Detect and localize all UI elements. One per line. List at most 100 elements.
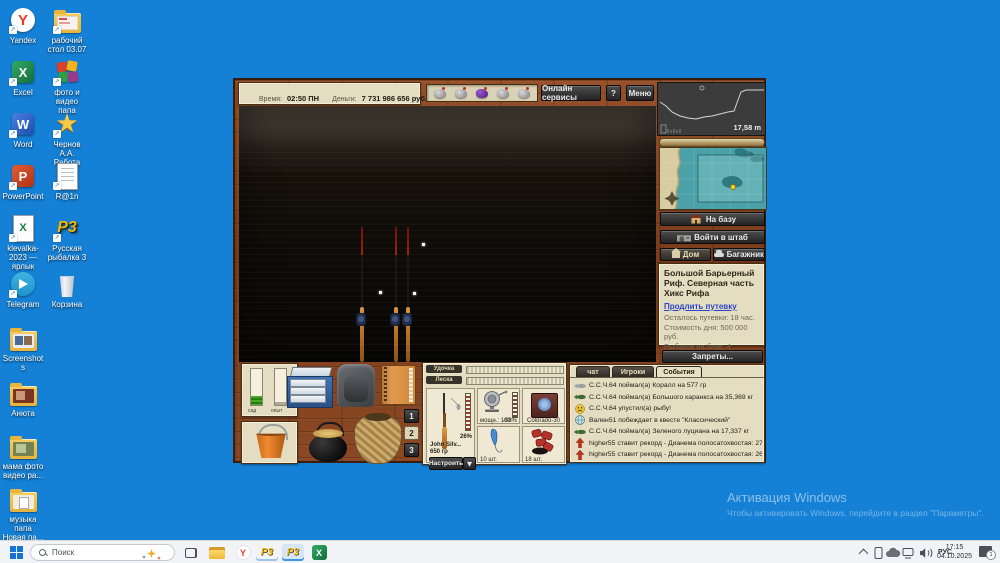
record-arrow-icon (573, 450, 586, 460)
bait-bucket-panel[interactable] (241, 421, 298, 464)
folder-icon (8, 324, 38, 352)
rod-test: 650 гр (430, 449, 448, 455)
configure-button[interactable]: Настроить (429, 457, 463, 470)
to-base-label: На базу (706, 215, 736, 224)
task-view-button[interactable] (180, 544, 202, 561)
desktop-icon-recycle-bin[interactable]: Корзина (46, 270, 88, 309)
search-placeholder: Поиск (52, 548, 74, 557)
fishing-rod-2[interactable] (392, 227, 400, 362)
online-services-button[interactable]: Онлайн сервисы (541, 85, 601, 101)
taskbar-yandex-button[interactable]: Y (232, 544, 254, 561)
bar2-label: опыт (271, 408, 282, 414)
rod-slot-2-active[interactable]: 2 (404, 426, 419, 440)
desktop-icon-anyuta[interactable]: Анюта (2, 379, 44, 418)
desktop-icon-label: Анюта (2, 409, 44, 418)
bans-button[interactable]: Запреты... (662, 350, 763, 363)
desktop-icon-chernov-rabota[interactable]: ★ Чернов А.А. Работа (46, 110, 88, 168)
taskbar-rf3-button[interactable]: Р3 (256, 544, 278, 561)
bite-marker (422, 243, 425, 246)
tab-chat[interactable]: чат (576, 366, 610, 377)
bait-cell[interactable]: 18 шт. (522, 426, 565, 463)
enter-hq-button[interactable]: Войти в штаб (660, 230, 765, 244)
tab-players[interactable]: Игроки (612, 366, 654, 377)
fishing-rod-3[interactable] (404, 227, 412, 362)
tray-icons[interactable] (874, 546, 936, 560)
desktop-icon-screenshots[interactable]: Screenshots (2, 324, 44, 372)
start-button[interactable] (10, 546, 23, 559)
to-base-button[interactable]: На базу (660, 212, 765, 226)
location-map[interactable] (659, 147, 767, 210)
notification-center-button[interactable]: 1 (979, 546, 992, 557)
desktop-icon-label: Excel (2, 88, 44, 97)
rod-cell[interactable]: 26% John Silv... 650 гр Настроить ▼ (426, 388, 475, 463)
desktop-icon-russkaya-rybalka[interactable]: Р3 Русская рыбалка 3 (46, 214, 88, 262)
help-button[interactable]: ? (606, 85, 621, 101)
desktop-icon-excel[interactable]: X Excel (2, 58, 44, 97)
sparkle-icon (157, 556, 161, 560)
desktop-icon-muzyka-papa[interactable]: музыка папа Новая па... (2, 485, 44, 543)
mouse-icon[interactable] (497, 89, 509, 98)
star-icon: ★ (52, 110, 82, 138)
line-durability-bar (466, 377, 564, 385)
copilot-sparkle-icon (147, 549, 156, 558)
file-explorer-button[interactable] (206, 544, 228, 561)
bucket-icon (255, 431, 287, 458)
chat-message: higher55 ставит рекорд - Дианема полосат… (573, 449, 762, 460)
line-cell[interactable]: Colorado-30 (522, 388, 565, 424)
mouse-icon-purple[interactable] (476, 89, 488, 98)
recycle-bin-icon (52, 270, 82, 298)
desktop-icon-telegram[interactable]: Telegram (2, 270, 44, 309)
mouse-icon[interactable] (518, 89, 530, 98)
chat-message: Вален51 побеждает в квесте "Классический… (573, 415, 762, 426)
time-value: 02:50 ПН (287, 94, 319, 103)
taskbar: Поиск Y Р3 Р3 X РУС 17:15 04.10.2025 1 (0, 540, 1000, 563)
clock[interactable]: 17:15 04.10.2025 (937, 544, 972, 562)
search-icon (39, 549, 47, 557)
reel-cell[interactable]: мощн.: 100 -98% (477, 388, 520, 424)
tab-trunk[interactable]: Багажник (713, 248, 765, 261)
menu-button[interactable]: Меню (626, 85, 654, 101)
desktop-icon-label: музыка папа Новая па... (2, 515, 44, 543)
line-durability-label: Леска (426, 376, 462, 384)
search-input[interactable]: Поиск (30, 544, 175, 561)
desktop-icon-word[interactable]: W Word (2, 110, 44, 149)
taskbar-rf3-active-button[interactable]: Р3 (282, 544, 304, 561)
extend-ticket-link[interactable]: Продлить путевку (664, 302, 759, 312)
creel-item[interactable] (354, 414, 402, 464)
journal-item[interactable] (381, 365, 416, 405)
rod-slot-1[interactable]: 1 (404, 409, 419, 423)
fish-icon (573, 428, 586, 436)
rod-dropdown-button[interactable]: ▼ (463, 457, 476, 470)
tray-date: 04.10.2025 (937, 553, 972, 562)
desktop-icon-klevalka[interactable]: X klevalka-2023 — ярлык (2, 214, 44, 272)
rod-slot-3[interactable]: 3 (404, 443, 419, 457)
lure-qty: 10 шт. (480, 457, 497, 463)
desktop-icon-powerpoint[interactable]: P PowerPoint (2, 162, 44, 201)
rod-percent: 26% (460, 434, 472, 440)
tab-home-label: Дом (683, 250, 700, 259)
tab-home[interactable]: Дом (660, 248, 711, 261)
desktop-icon-mama-foto[interactable]: мама фото видео ра... (2, 432, 44, 480)
fishing-rod-1[interactable] (358, 227, 366, 362)
taskbar-excel-button[interactable]: X (308, 544, 330, 561)
desktop-icon-yandex[interactable]: Y Yandex (2, 6, 44, 45)
time-label: Время: (259, 96, 282, 103)
record-arrow-icon (573, 438, 586, 448)
tray-expand-chevron[interactable] (859, 549, 869, 559)
lure-icon (484, 428, 512, 456)
desktop-icon-r1n[interactable]: R@1n (46, 162, 88, 201)
chat-message: С.С.Ч.64 упустил(а) рыбу! (573, 403, 762, 414)
desktop-icon-label: Русская рыбалка 3 (46, 244, 88, 262)
tackle-box-item[interactable] (287, 367, 331, 407)
rf3-game-icon: Р3 (52, 214, 82, 242)
desktop-icon-foto-video-papa[interactable]: фото и видео папа (46, 58, 88, 116)
backpack-item[interactable] (337, 364, 375, 407)
cauldron-item[interactable] (307, 422, 349, 462)
game-scene-night-sea[interactable] (239, 106, 656, 362)
depth-value: 17,58 m (733, 123, 761, 132)
tab-events-active[interactable]: События (656, 366, 702, 377)
lure-cell[interactable]: 10 шт. (477, 426, 520, 463)
desktop-icon-folder-rabochiy-stol[interactable]: рабочий стол 03.07 (46, 6, 88, 54)
mouse-icon[interactable] (455, 89, 467, 98)
mouse-icon[interactable] (434, 89, 446, 98)
